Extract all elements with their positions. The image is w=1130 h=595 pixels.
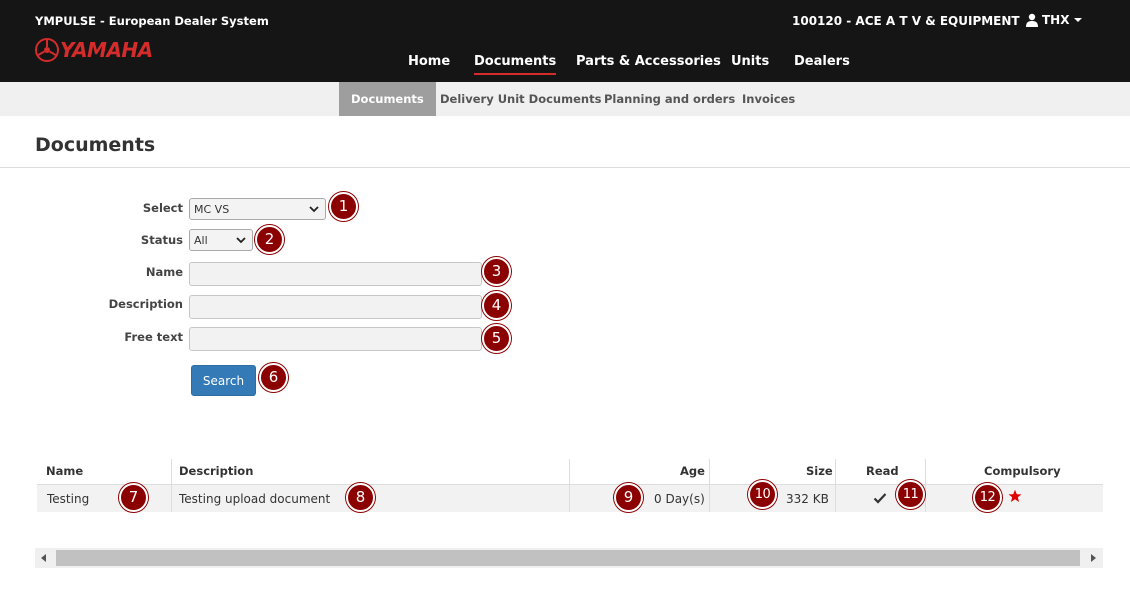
- nav-home[interactable]: Home: [408, 54, 450, 69]
- column-divider: [835, 485, 836, 512]
- cell-size: 332 KB: [786, 492, 829, 506]
- callout-badge: 11: [896, 480, 925, 509]
- horizontal-scrollbar[interactable]: [35, 548, 1103, 568]
- search-button[interactable]: Search: [191, 365, 256, 396]
- page-title: Documents: [35, 134, 156, 156]
- yamaha-logo[interactable]: YAMAHA: [35, 37, 153, 63]
- chevron-down-icon: [309, 206, 319, 213]
- callout-badge: 12: [973, 483, 1002, 512]
- col-header-read[interactable]: Read: [866, 464, 899, 478]
- nav-dealers[interactable]: Dealers: [794, 54, 850, 69]
- nav-parts-accessories[interactable]: Parts & Accessories: [576, 54, 721, 69]
- status-label: Status: [140, 233, 183, 247]
- user-icon: [1026, 13, 1038, 27]
- col-header-name[interactable]: Name: [46, 464, 83, 478]
- subnav-delivery-unit-documents[interactable]: Delivery Unit Documents: [440, 82, 601, 116]
- select-label: Select: [142, 201, 183, 215]
- nav-documents[interactable]: Documents: [474, 54, 557, 75]
- status-dropdown[interactable]: All: [189, 229, 253, 251]
- dealer-name: 100120 - ACE A T V & EQUIPMENT: [792, 14, 1020, 28]
- callout-badge: 3: [482, 257, 511, 286]
- yamaha-logo-icon: [35, 38, 59, 62]
- col-header-description[interactable]: Description: [179, 464, 253, 478]
- callout-badge: 2: [255, 225, 284, 254]
- cell-name[interactable]: Testing: [47, 492, 89, 506]
- callout-badge: 7: [119, 483, 148, 512]
- column-divider: [171, 485, 172, 512]
- callout-badge: 1: [329, 192, 358, 221]
- star-icon: [1008, 489, 1022, 502]
- scroll-left-icon[interactable]: [41, 554, 46, 562]
- scrollbar-thumb[interactable]: [56, 550, 1080, 566]
- callout-badge: 4: [482, 291, 511, 320]
- yamaha-wordmark: YAMAHA: [60, 38, 153, 62]
- status-value: All: [194, 234, 208, 247]
- column-divider: [925, 485, 926, 512]
- cell-age: 0 Day(s): [654, 492, 705, 506]
- column-divider: [709, 485, 710, 512]
- name-field[interactable]: [189, 262, 482, 286]
- app-title: YMPULSE - European Dealer System: [35, 14, 269, 28]
- callout-badge: 9: [614, 483, 643, 512]
- select-value: MC VS: [194, 203, 230, 216]
- col-header-age[interactable]: Age: [680, 464, 705, 478]
- nav-units[interactable]: Units: [731, 54, 769, 69]
- col-header-size[interactable]: Size: [806, 464, 833, 478]
- callout-badge: 8: [346, 483, 375, 512]
- description-label: Description: [108, 297, 183, 311]
- callout-badge: 6: [259, 363, 288, 392]
- user-name: THX: [1042, 13, 1070, 27]
- subnav-documents[interactable]: Documents: [339, 82, 436, 116]
- free-text-field[interactable]: [189, 327, 482, 351]
- free-text-label: Free text: [124, 330, 183, 344]
- description-field[interactable]: [189, 295, 482, 319]
- checkmark-icon: [873, 493, 887, 504]
- select-dropdown[interactable]: MC VS: [189, 198, 326, 220]
- col-header-compulsory[interactable]: Compulsory: [984, 464, 1061, 478]
- cell-description[interactable]: Testing upload document: [179, 492, 330, 506]
- top-header: YMPULSE - European Dealer System YAMAHA …: [0, 0, 1130, 82]
- callout-badge: 5: [482, 324, 511, 353]
- subnav-planning-orders[interactable]: Planning and orders: [604, 82, 735, 116]
- name-label: Name: [145, 265, 183, 279]
- chevron-down-icon: [236, 237, 246, 244]
- sub-nav: Documents Delivery Unit Documents Planni…: [0, 82, 1130, 116]
- chevron-down-icon: [1074, 18, 1083, 22]
- user-menu[interactable]: THX: [1025, 13, 1083, 27]
- scroll-right-icon[interactable]: [1091, 554, 1096, 562]
- subnav-invoices[interactable]: Invoices: [742, 82, 795, 116]
- callout-badge: 10: [748, 480, 777, 509]
- column-divider: [569, 485, 570, 512]
- divider: [0, 167, 1130, 168]
